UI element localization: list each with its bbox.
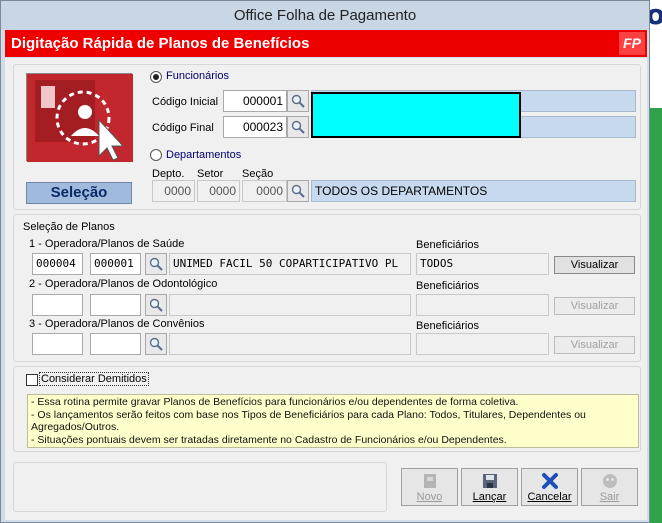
info-line: - Os lançamentos serão feitos com base n…	[31, 408, 586, 421]
search-icon	[149, 257, 163, 271]
info-line: - Situações pontuais devem ser tratadas …	[31, 433, 507, 446]
department-search-button[interactable]	[287, 180, 309, 202]
window-title: Office Folha de Pagamento	[1, 1, 649, 30]
new-button-label: Novo	[416, 491, 443, 503]
dental-operator-code[interactable]	[32, 294, 83, 316]
dental-view-button[interactable]: Visualizar	[554, 297, 635, 315]
health-beneficiaries-label: Beneficiários	[416, 239, 479, 251]
agreements-plan-code[interactable]	[90, 333, 141, 355]
departments-radio[interactable]	[150, 149, 162, 161]
launch-icon	[483, 474, 497, 488]
selection-illustration	[26, 73, 133, 162]
redacted-name-box	[311, 92, 521, 138]
health-plan-name: UNIMED FACIL 50 COPARTICIPATIVO PL	[169, 253, 411, 275]
people-selection-icon	[27, 74, 133, 162]
employees-radio[interactable]	[150, 71, 162, 83]
start-code-search-button[interactable]	[287, 90, 309, 112]
department-description: TODOS OS DEPARTAMENTOS	[311, 180, 636, 202]
search-icon	[149, 337, 163, 351]
end-code-label: Código Final	[152, 122, 214, 134]
info-line: Agregados/Outros.	[31, 421, 120, 433]
fp-logo: FP	[619, 32, 645, 55]
cancel-button[interactable]: Cancelar	[521, 468, 578, 506]
search-icon	[291, 120, 305, 134]
exit-button[interactable]: Sair	[581, 468, 638, 506]
agreements-plan-label: 3 - Operadora/Planos de Convênios	[29, 318, 205, 330]
section-column-label: Seção	[242, 168, 274, 180]
launch-button[interactable]: Lançar	[461, 468, 518, 506]
agreements-view-button[interactable]: Visualizar	[554, 336, 635, 354]
form-title: Digitação Rápida de Planos de Benefícios	[11, 35, 310, 52]
section-input[interactable]: 0000	[242, 180, 287, 202]
agreements-operator-code[interactable]	[32, 333, 83, 355]
exit-icon	[603, 474, 617, 488]
form-header: Digitação Rápida de Planos de Benefícios…	[5, 30, 647, 57]
end-code-input[interactable]: 000023	[223, 116, 287, 138]
launch-button-label: Lançar	[472, 491, 507, 503]
agreements-beneficiaries-value	[416, 333, 549, 355]
info-line: - Essa rotina permite gravar Planos de B…	[31, 396, 519, 408]
new-button[interactable]: Novo	[401, 468, 458, 506]
dental-plan-code[interactable]	[90, 294, 141, 316]
dialog-window: Office Folha de Pagamento Digitação Rápi…	[0, 0, 650, 523]
health-plan-label: 1 - Operadora/Planos de Saúde	[29, 238, 185, 250]
selection-label: Seleção	[26, 182, 132, 204]
new-icon	[424, 474, 436, 488]
health-plan-search-button[interactable]	[145, 253, 167, 275]
search-icon	[149, 298, 163, 312]
plans-group-label: Seleção de Planos	[23, 221, 115, 233]
health-plan-code[interactable]: 000001	[90, 253, 141, 275]
consider-dismissed-label[interactable]: Considerar Demitidos	[39, 372, 149, 386]
exit-button-label: Sair	[599, 491, 620, 503]
dental-beneficiaries-value	[416, 294, 549, 316]
info-note: - Essa rotina permite gravar Planos de B…	[27, 394, 639, 448]
dental-plan-search-button[interactable]	[145, 294, 167, 316]
cancel-icon	[542, 473, 558, 489]
sector-input[interactable]: 0000	[197, 180, 240, 202]
dental-plan-name	[169, 294, 411, 316]
employees-radio-label[interactable]: Funcionários	[166, 70, 229, 82]
dept-column-label: Depto.	[152, 168, 185, 180]
end-code-search-button[interactable]	[287, 116, 309, 138]
consider-dismissed-checkbox[interactable]	[26, 374, 38, 386]
health-operator-code[interactable]: 000004	[32, 253, 83, 275]
search-icon	[291, 94, 305, 108]
status-area	[13, 462, 387, 512]
start-code-label: Código Inicial	[152, 96, 219, 108]
dept-input[interactable]: 0000	[152, 180, 195, 202]
search-icon	[291, 184, 305, 198]
departments-radio-label[interactable]: Departamentos	[166, 149, 241, 161]
agreements-plan-name	[169, 333, 411, 355]
start-code-input[interactable]: 000001	[223, 90, 287, 112]
sector-column-label: Setor	[197, 168, 224, 180]
dental-plan-label: 2 - Operadora/Planos de Odontológico	[29, 278, 218, 290]
agreements-beneficiaries-label: Beneficiários	[416, 320, 479, 332]
health-view-button[interactable]: Visualizar	[554, 256, 635, 274]
dental-beneficiaries-label: Beneficiários	[416, 280, 479, 292]
agreements-plan-search-button[interactable]	[145, 333, 167, 355]
health-beneficiaries-value: TODOS	[416, 253, 549, 275]
form-content: Seleção Funcionários Código Inicial 0000…	[5, 58, 647, 520]
background-side-strip	[650, 38, 662, 108]
cancel-button-label: Cancelar	[527, 491, 572, 503]
